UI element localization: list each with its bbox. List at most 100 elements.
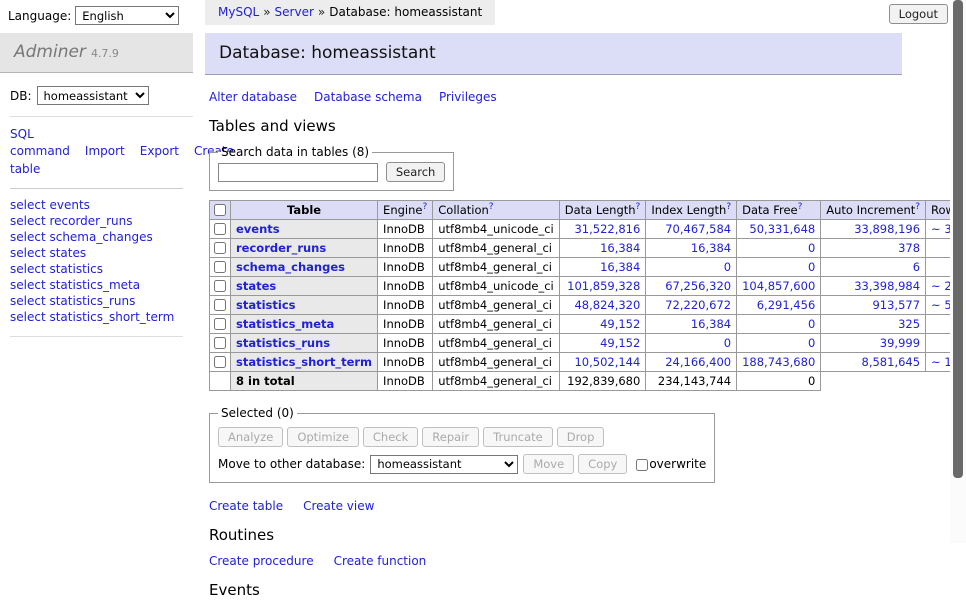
create-view-link[interactable]: Create view xyxy=(303,499,374,513)
data-free-link[interactable]: 0 xyxy=(808,260,815,274)
drop-button[interactable]: Drop xyxy=(557,427,605,447)
total-engine: InnoDB xyxy=(378,372,433,391)
index-length-link[interactable]: 72,220,672 xyxy=(665,298,731,312)
search-input[interactable] xyxy=(218,163,378,182)
help-icon[interactable]: ? xyxy=(636,202,641,212)
sidebar-link-export[interactable]: Export xyxy=(140,144,179,158)
data-length-link[interactable]: 48,824,320 xyxy=(574,298,640,312)
sidebar-item-select-statistics[interactable]: select statistics xyxy=(10,262,183,278)
adminer-logo-link[interactable]: Adminer xyxy=(14,42,86,62)
table-link[interactable]: statistics_meta xyxy=(236,317,334,331)
index-length-link[interactable]: 70,467,584 xyxy=(665,222,731,236)
move-button[interactable]: Move xyxy=(523,454,574,474)
table-link[interactable]: events xyxy=(236,222,280,236)
db-select[interactable]: homeassistant xyxy=(37,86,149,105)
data-free-link[interactable]: 50,331,648 xyxy=(749,222,815,236)
create-links: Create table Create view xyxy=(209,499,902,513)
row-checkbox[interactable] xyxy=(214,261,226,273)
data-free-link[interactable]: 6,291,456 xyxy=(757,298,816,312)
check-button[interactable]: Check xyxy=(363,427,418,447)
index-length-link[interactable]: 67,256,320 xyxy=(665,279,731,293)
help-icon[interactable]: ? xyxy=(422,202,427,212)
data-length-link[interactable]: 49,152 xyxy=(600,317,640,331)
total-collation: utf8mb4_general_ci xyxy=(433,372,560,391)
table-link[interactable]: recorder_runs xyxy=(236,241,326,255)
data-length-link[interactable]: 101,859,328 xyxy=(567,279,640,293)
tables-and-views-heading: Tables and views xyxy=(209,117,902,135)
analyze-button[interactable]: Analyze xyxy=(218,427,283,447)
index-length-link[interactable]: 24,166,400 xyxy=(665,355,731,369)
data-free-link[interactable]: 104,857,600 xyxy=(742,279,815,293)
auto-increment-link[interactable]: 913,577 xyxy=(872,298,920,312)
overwrite-label: overwrite xyxy=(649,457,706,471)
index-length-link[interactable]: 16,384 xyxy=(691,317,731,331)
copy-button[interactable]: Copy xyxy=(578,454,627,474)
row-checkbox[interactable] xyxy=(214,280,226,292)
sidebar-item-select-recorder-runs[interactable]: select recorder_runs xyxy=(10,214,183,230)
sidebar-link-sql-command[interactable]: SQL command xyxy=(10,127,70,158)
data-free-link[interactable]: 188,743,680 xyxy=(742,355,815,369)
table-link[interactable]: statistics xyxy=(236,298,296,312)
select-all-checkbox[interactable] xyxy=(214,204,226,216)
total-index-length: 234,143,744 xyxy=(646,372,737,391)
auto-increment-link[interactable]: 6 xyxy=(913,260,920,274)
create-procedure-link[interactable]: Create procedure xyxy=(209,554,314,568)
row-checkbox[interactable] xyxy=(214,318,226,330)
truncate-button[interactable]: Truncate xyxy=(483,427,553,447)
auto-increment-link[interactable]: 378 xyxy=(898,241,920,255)
sidebar-menu: SQL commandImportExportCreate table xyxy=(10,117,183,189)
table-link[interactable]: statistics_short_term xyxy=(236,355,372,369)
data-length-link[interactable]: 16,384 xyxy=(600,260,640,274)
create-table-link[interactable]: Create table xyxy=(209,499,283,513)
create-function-link[interactable]: Create function xyxy=(334,554,427,568)
data-free-link[interactable]: 0 xyxy=(808,317,815,331)
index-length-link[interactable]: 0 xyxy=(724,260,731,274)
help-icon[interactable]: ? xyxy=(726,202,731,212)
row-checkbox[interactable] xyxy=(214,242,226,254)
sidebar-item-select-events[interactable]: select events xyxy=(10,198,183,214)
sidebar-item-select-schema-changes[interactable]: select schema_changes xyxy=(10,230,183,246)
auto-increment-link[interactable]: 33,398,984 xyxy=(854,279,920,293)
sidebar-item-select-states[interactable]: select states xyxy=(10,246,183,262)
column-header-data-free: Data Free? xyxy=(737,201,821,220)
sidebar-item-select-statistics-runs[interactable]: select statistics_runs xyxy=(10,294,183,310)
help-icon[interactable]: ? xyxy=(798,202,803,212)
db-selector-row: DB:homeassistant xyxy=(10,86,193,117)
alter-database-link[interactable]: Alter database xyxy=(209,90,297,104)
privileges-link[interactable]: Privileges xyxy=(439,90,497,104)
data-length-link[interactable]: 49,152 xyxy=(600,336,640,350)
index-length-link[interactable]: 0 xyxy=(724,336,731,350)
scrollbar-thumb[interactable] xyxy=(953,0,963,478)
row-checkbox[interactable] xyxy=(214,337,226,349)
data-length-link[interactable]: 16,384 xyxy=(600,241,640,255)
repair-button[interactable]: Repair xyxy=(422,427,479,447)
data-free-link[interactable]: 0 xyxy=(808,241,815,255)
move-database-select[interactable]: homeassistant xyxy=(370,455,518,474)
auto-increment-link[interactable]: 325 xyxy=(898,317,920,331)
auto-increment-link[interactable]: 8,581,645 xyxy=(862,355,921,369)
search-button[interactable]: Search xyxy=(386,162,446,182)
help-icon[interactable]: ? xyxy=(915,202,920,212)
row-checkbox[interactable] xyxy=(214,223,226,235)
row-checkbox[interactable] xyxy=(214,356,226,368)
auto-increment-link[interactable]: 39,999 xyxy=(880,336,920,350)
auto-increment-link[interactable]: 33,898,196 xyxy=(854,222,920,236)
data-length-link[interactable]: 31,522,816 xyxy=(574,222,640,236)
sidebar-link-import[interactable]: Import xyxy=(85,144,125,158)
database-schema-link[interactable]: Database schema xyxy=(314,90,422,104)
table-link[interactable]: schema_changes xyxy=(236,260,345,274)
collation-cell: utf8mb4_unicode_ci xyxy=(433,277,560,296)
sidebar-item-select-statistics-meta[interactable]: select statistics_meta xyxy=(10,278,183,294)
overwrite-checkbox[interactable] xyxy=(636,459,648,471)
table-link[interactable]: states xyxy=(236,279,276,293)
index-length-link[interactable]: 16,384 xyxy=(691,241,731,255)
data-free-link[interactable]: 0 xyxy=(808,336,815,350)
help-icon[interactable]: ? xyxy=(489,202,494,212)
data-length-link[interactable]: 10,502,144 xyxy=(574,355,640,369)
table-link[interactable]: statistics_runs xyxy=(236,336,330,350)
sidebar-item-select-statistics-short-term[interactable]: select statistics_short_term xyxy=(10,310,183,326)
optimize-button[interactable]: Optimize xyxy=(287,427,359,447)
language-select[interactable]: English xyxy=(75,6,179,25)
row-checkbox[interactable] xyxy=(214,299,226,311)
column-header-data-length: Data Length? xyxy=(559,201,646,220)
